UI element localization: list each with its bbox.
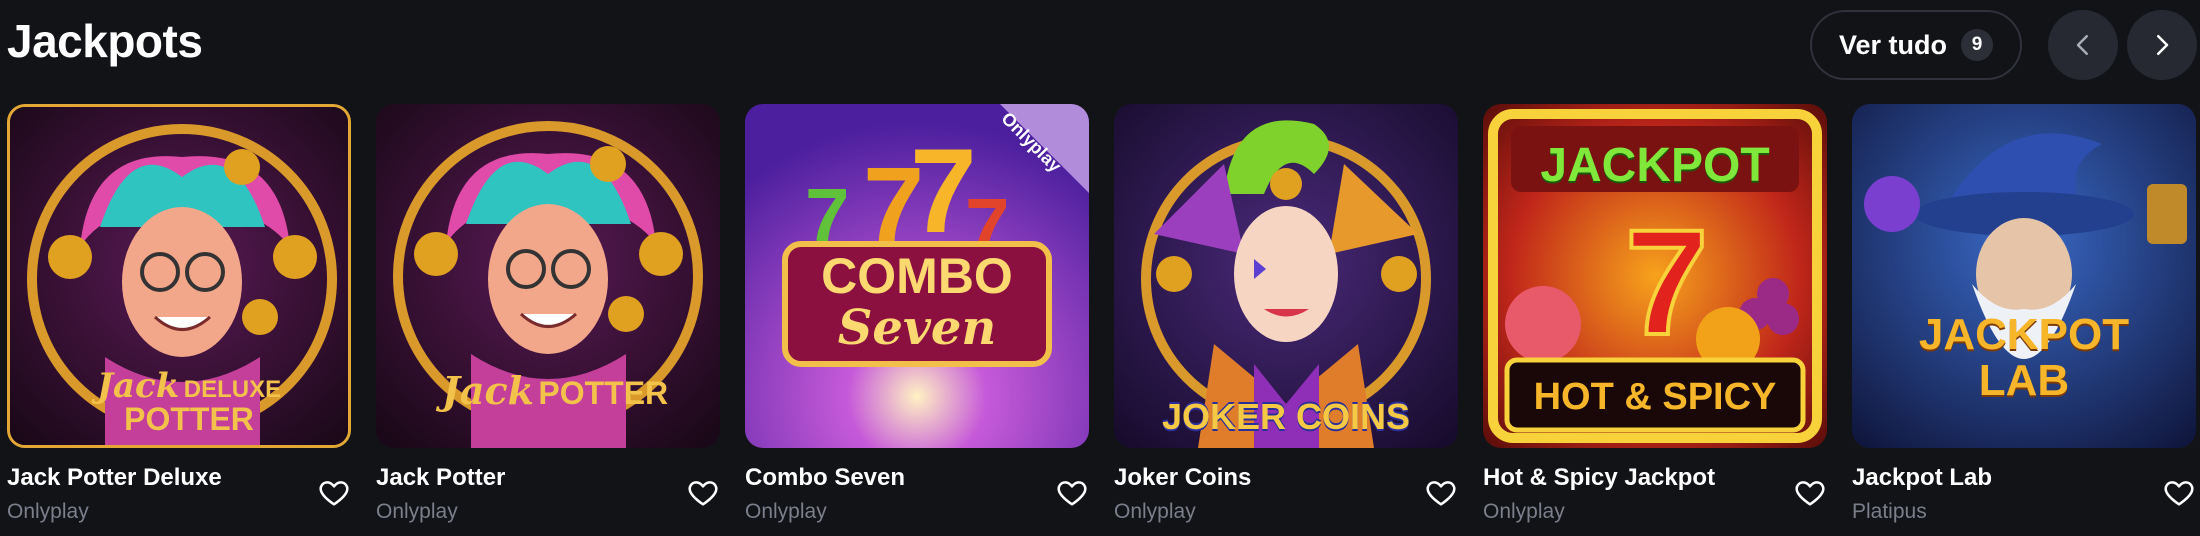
section-title: Jackpots (7, 15, 203, 67)
game-card: Jack DELUXE POTTER Jack Potter Deluxe On… (7, 104, 351, 523)
heart-outline-icon (1426, 481, 1456, 506)
art-title-2: Seven (837, 299, 997, 356)
art-title-1: COMBO (821, 248, 1013, 304)
game-thumbnail[interactable]: JACKPOT LAB (1852, 104, 2196, 448)
game-card: JOKER COINS Joker Coins Onlyplay (1114, 104, 1458, 523)
game-card: 7 JACKPOT HOT & SPICY Hot & Spicy Jackpo… (1483, 104, 1827, 523)
game-thumbnail[interactable]: 7 7 7 7 COMBO Seven Onlyplay (745, 104, 1089, 448)
game-name[interactable]: Joker Coins (1114, 464, 1251, 492)
game-card: Jack POTTER Jack Potter Onlyplay (376, 104, 720, 523)
game-provider: Onlyplay (7, 500, 89, 523)
favorite-button[interactable] (2162, 476, 2196, 510)
game-provider: Onlyplay (376, 500, 458, 523)
game-thumbnail[interactable]: JOKER COINS (1114, 104, 1458, 448)
favorite-button[interactable] (1424, 476, 1458, 510)
art-title-1: JACKPOT (1540, 139, 1770, 192)
art-title-2: LAB (1978, 356, 2070, 406)
favorite-button[interactable] (317, 476, 351, 510)
game-provider: Platipus (1852, 500, 1927, 523)
heart-outline-icon (2164, 481, 2194, 506)
carousel-next-button[interactable] (2127, 10, 2197, 80)
svg-text:7: 7 (1625, 198, 1708, 366)
game-card: JACKPOT LAB Jackpot Lab Platipus (1852, 104, 2196, 523)
art-title-2: HOT & SPICY (1533, 376, 1777, 418)
carousel-prev-button[interactable] (2048, 10, 2118, 80)
see-all-button[interactable]: Ver tudo 9 (1810, 10, 2022, 80)
see-all-count-badge: 9 (1961, 29, 1993, 61)
heart-outline-icon (319, 481, 349, 506)
game-name[interactable]: Jack Potter (376, 464, 505, 492)
heart-outline-icon (1057, 481, 1087, 506)
game-name[interactable]: Combo Seven (745, 464, 905, 492)
favorite-button[interactable] (1793, 476, 1827, 510)
chevron-left-icon (2076, 35, 2088, 55)
art-title-3: POTTER (124, 401, 254, 437)
games-carousel: Jack DELUXE POTTER Jack Potter Deluxe On… (0, 104, 2200, 536)
favorite-button[interactable] (686, 476, 720, 510)
art-title-1: JOKER COINS (1161, 396, 1411, 437)
game-provider: Onlyplay (1483, 500, 1565, 523)
game-name[interactable]: Jack Potter Deluxe (7, 464, 222, 492)
heart-outline-icon (1795, 481, 1825, 506)
art-title-2: DELUXE (183, 376, 282, 403)
art-title-1: JACKPOT (1918, 310, 2130, 359)
game-thumbnail[interactable]: Jack DELUXE POTTER (7, 104, 351, 448)
heart-outline-icon (688, 481, 718, 506)
game-provider: Onlyplay (1114, 500, 1196, 523)
art-title-1: Jack (96, 366, 180, 406)
game-provider: Onlyplay (745, 500, 827, 523)
game-name[interactable]: Jackpot Lab (1852, 464, 1992, 492)
art-title-2: POTTER (538, 375, 669, 411)
game-thumbnail[interactable]: Jack POTTER (376, 104, 720, 448)
chevron-right-icon (2157, 35, 2169, 55)
game-card: 7 7 7 7 COMBO Seven Onlyplay Combo Seven… (745, 104, 1089, 523)
section-header: Jackpots Ver tudo 9 (0, 0, 2200, 90)
game-name[interactable]: Hot & Spicy Jackpot (1483, 464, 1715, 492)
see-all-label: Ver tudo (1838, 29, 1947, 60)
favorite-button[interactable] (1055, 476, 1089, 510)
art-title-1: Jack (441, 368, 534, 413)
game-thumbnail[interactable]: 7 JACKPOT HOT & SPICY (1483, 104, 1827, 448)
